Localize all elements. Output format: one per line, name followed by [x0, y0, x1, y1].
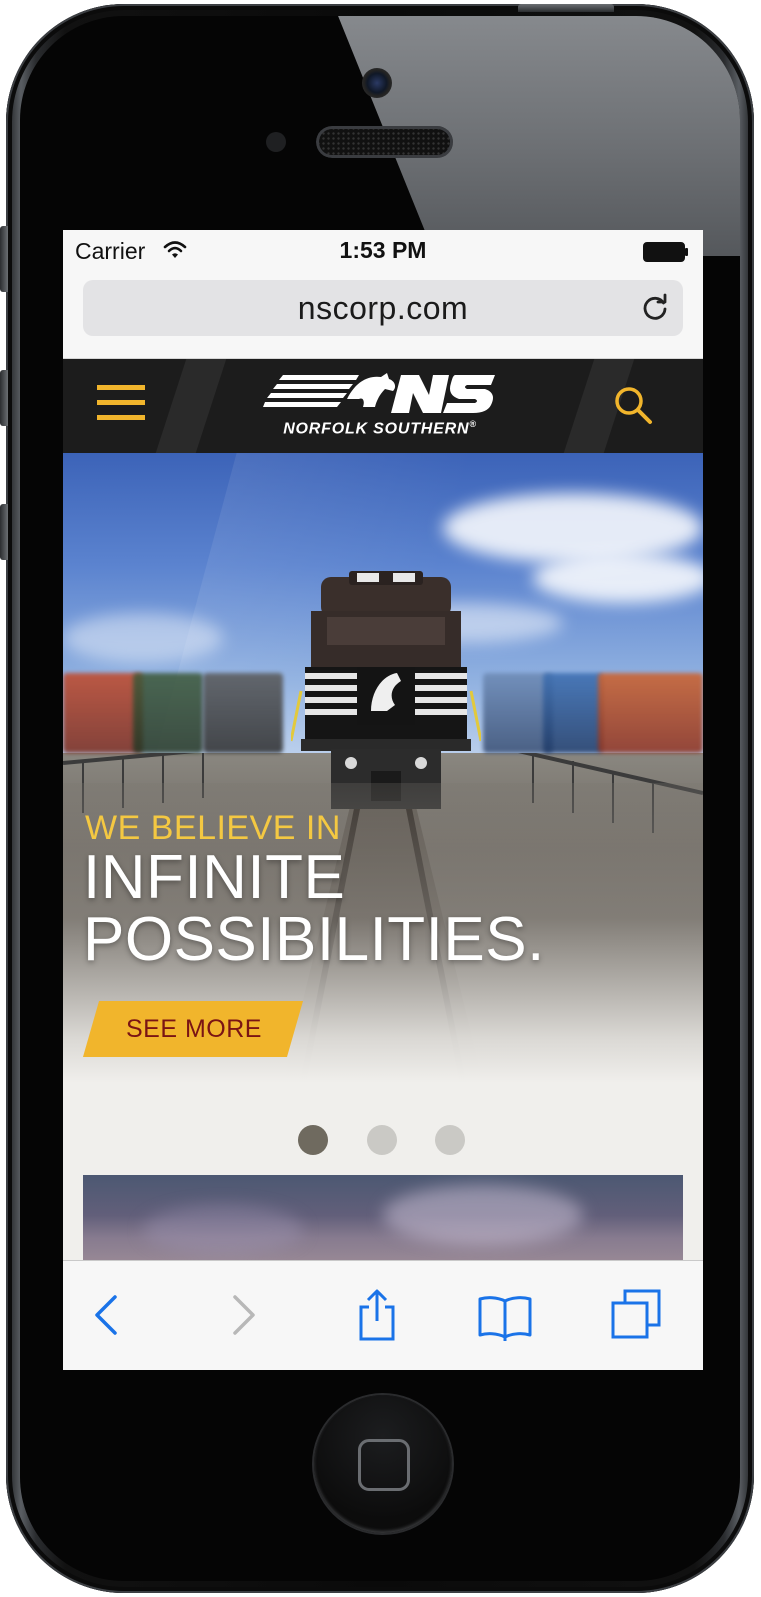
status-time: 1:53 PM — [339, 237, 427, 263]
battery-icon — [643, 242, 688, 262]
mute-switch — [0, 226, 8, 292]
see-more-label[interactable]: SEE MORE — [99, 1001, 289, 1057]
back-icon[interactable] — [77, 1287, 133, 1343]
carousel-dot[interactable] — [367, 1125, 397, 1155]
earpiece-speaker — [316, 126, 453, 158]
background-locomotive — [133, 673, 203, 753]
volume-up-button — [0, 370, 8, 426]
hero-title-line: INFINITE — [83, 843, 346, 912]
volume-down-button — [0, 504, 8, 560]
front-camera — [362, 68, 392, 98]
share-icon[interactable] — [349, 1287, 405, 1343]
url-field[interactable]: nscorp.com — [83, 280, 683, 336]
proximity-sensor — [266, 132, 286, 152]
carousel-indicators — [63, 1125, 703, 1159]
home-square-icon — [358, 1439, 410, 1491]
browser-toolbar — [63, 1260, 703, 1370]
search-icon[interactable] — [613, 385, 653, 425]
background-locomotive — [203, 673, 283, 753]
forward-icon[interactable] — [217, 1287, 273, 1343]
ns-horse-logo-mark — [263, 373, 495, 413]
sleep-button — [518, 4, 614, 12]
tabs-icon[interactable] — [609, 1287, 665, 1343]
hero-title: INFINITE POSSIBILITIES. — [83, 847, 545, 971]
bookmarks-icon[interactable] — [477, 1287, 533, 1343]
hamburger-menu-icon[interactable] — [97, 385, 145, 425]
locomotive-image — [291, 571, 481, 809]
reload-icon[interactable] — [639, 292, 671, 324]
hero-banner[interactable]: WE BELIEVE IN INFINITE POSSIBILITIES. — [63, 453, 703, 1083]
site-header: NORFOLK SOUTHERN® — [63, 359, 703, 453]
header-divider — [155, 359, 227, 453]
content-card-image[interactable] — [83, 1175, 683, 1265]
url-text: nscorp.com — [297, 290, 469, 326]
screen: Carrier 1:53 PM nscorp.com NORFOLK SOUTH… — [63, 230, 703, 1370]
status-bar: Carrier 1:53 PM — [63, 230, 703, 272]
browser-address-bar: nscorp.com — [63, 272, 703, 359]
carousel-dot[interactable] — [435, 1125, 465, 1155]
home-button-icon[interactable] — [314, 1395, 452, 1533]
norfolk-southern-logo[interactable]: NORFOLK SOUTHERN® — [263, 373, 503, 439]
background-locomotive — [598, 673, 703, 753]
logo-wordmark: NORFOLK SOUTHERN® — [283, 419, 477, 438]
background-locomotive — [63, 673, 143, 753]
carousel-dot-active[interactable] — [298, 1125, 328, 1155]
hero-title-line: POSSIBILITIES. — [83, 905, 545, 974]
background-locomotive — [543, 673, 603, 753]
